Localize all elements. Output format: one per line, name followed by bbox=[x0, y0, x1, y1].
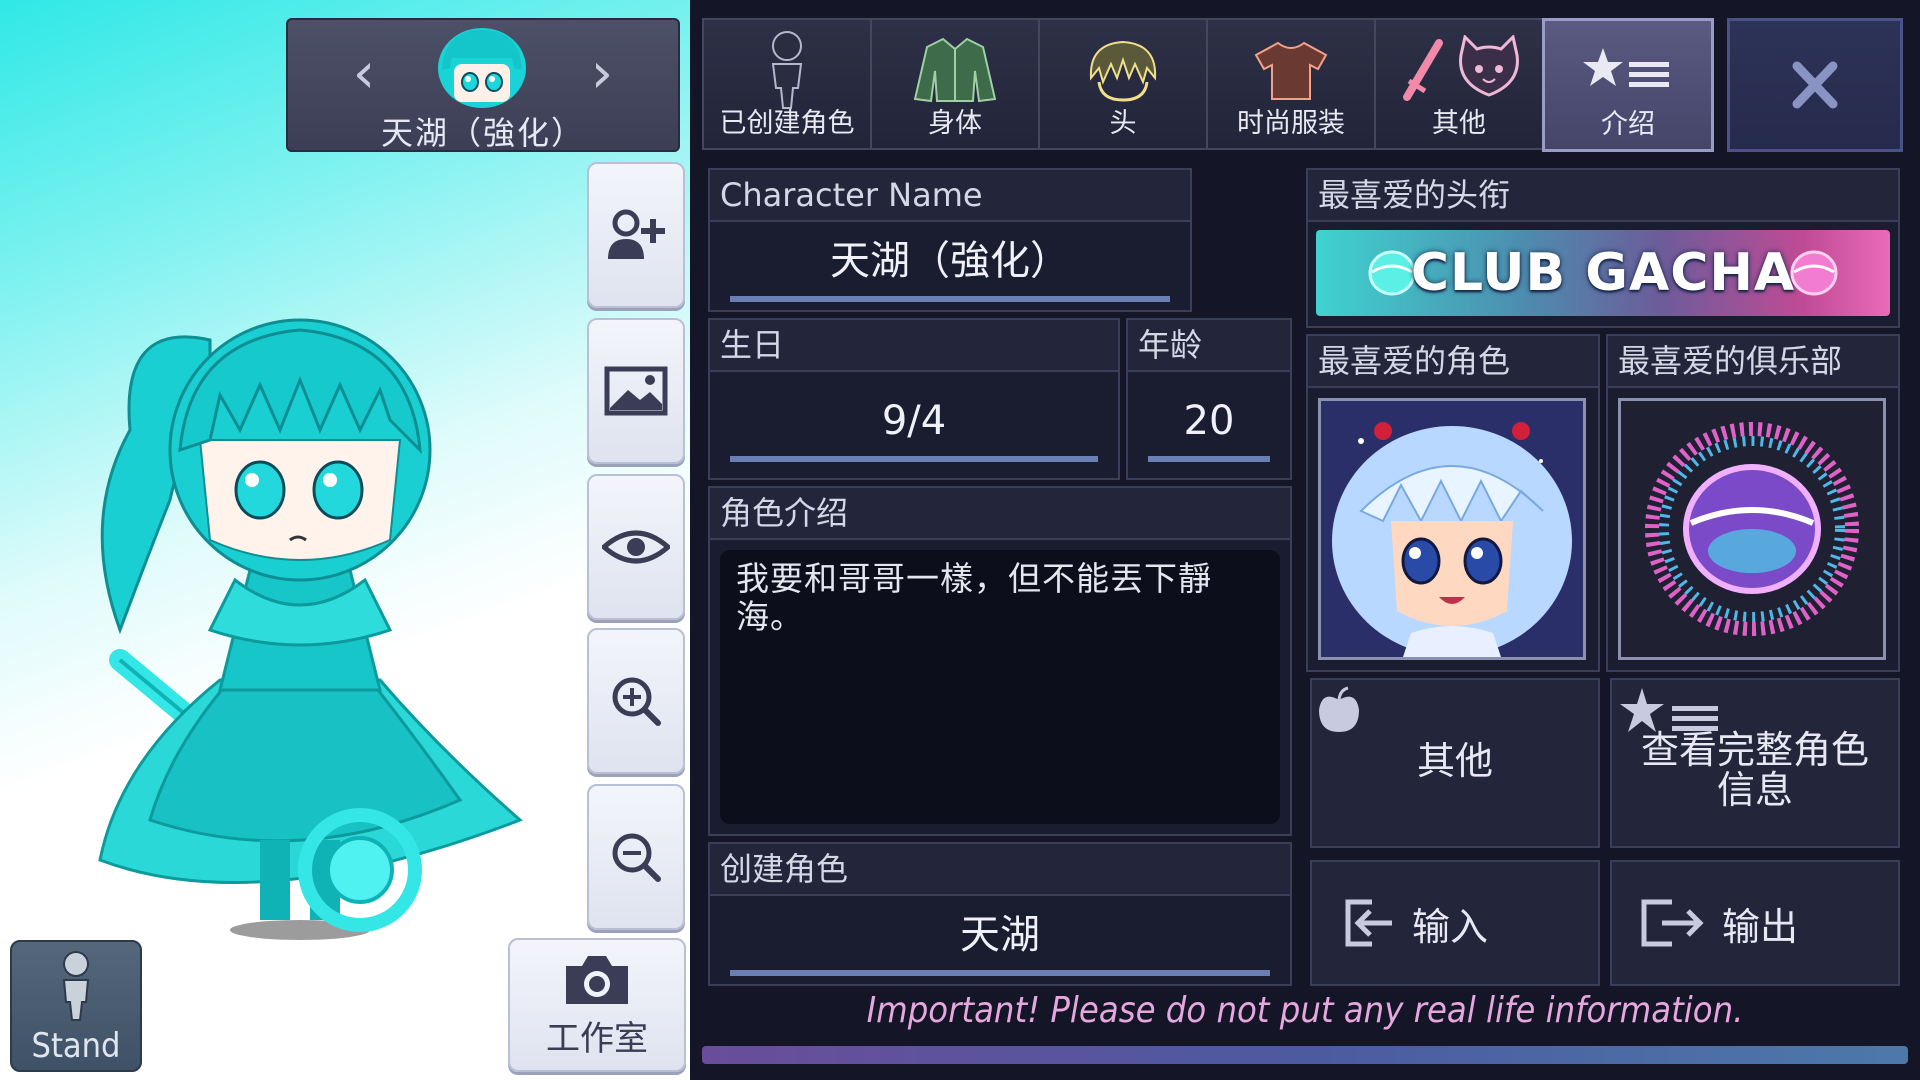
birthday-header: 生日 bbox=[710, 320, 1118, 372]
tab-bar: 已创建角色 身体 头 时尚服装 其他 介绍 bbox=[702, 18, 1903, 152]
tab-label: 介绍 bbox=[1601, 109, 1655, 140]
person-silhouette-icon bbox=[771, 31, 803, 109]
studio-button[interactable]: 工作室 bbox=[508, 938, 686, 1072]
favorite-character-panel: 最喜爱的角色 bbox=[1306, 334, 1600, 672]
tab-introduction[interactable]: 介绍 bbox=[1542, 18, 1714, 152]
favorite-title-banner[interactable]: CLUB GACHA bbox=[1316, 230, 1890, 316]
favorite-character-portrait[interactable] bbox=[1318, 398, 1586, 660]
character-figure bbox=[98, 318, 523, 940]
bottom-decor-strip bbox=[702, 1046, 1908, 1064]
prev-character-button[interactable]: ‹ bbox=[334, 44, 394, 104]
other-button[interactable]: 其他 bbox=[1310, 678, 1600, 848]
favorite-title-header: 最喜爱的头衔 bbox=[1308, 170, 1898, 222]
person-silhouette-icon bbox=[62, 951, 90, 1021]
view-full-info-button[interactable]: 查看完整角色信息 bbox=[1610, 678, 1900, 848]
character-avatar-icon bbox=[438, 28, 526, 108]
stand-pose-button[interactable]: Stand bbox=[10, 940, 142, 1072]
jacket-icon bbox=[913, 37, 997, 103]
close-button[interactable] bbox=[1727, 18, 1903, 152]
tab-fashion[interactable]: 时尚服装 bbox=[1206, 18, 1376, 150]
character-preview-pane: ‹ › 天湖（強化） Stand 工作室 bbox=[0, 0, 690, 1080]
sword-cat-icon bbox=[1403, 35, 1519, 101]
age-header: 年龄 bbox=[1128, 320, 1290, 372]
bio-panel: 角色介绍 我要和哥哥一樣，但不能丟下靜海。 bbox=[708, 486, 1292, 836]
zoom-in-button[interactable] bbox=[587, 628, 685, 774]
toggle-visibility-button[interactable] bbox=[587, 474, 685, 620]
background-button[interactable] bbox=[587, 318, 685, 464]
zoom-out-icon bbox=[612, 833, 661, 882]
age-field[interactable]: 20 bbox=[1148, 386, 1270, 462]
favorite-club-header: 最喜爱的俱乐部 bbox=[1608, 336, 1898, 388]
gacha-orb-icon bbox=[1790, 250, 1838, 296]
view-full-info-label: 查看完整角色信息 bbox=[1640, 728, 1869, 812]
tab-label: 时尚服装 bbox=[1237, 108, 1345, 139]
next-character-button[interactable]: › bbox=[572, 44, 632, 104]
close-icon bbox=[1792, 61, 1838, 109]
tab-head[interactable]: 头 bbox=[1038, 18, 1208, 150]
profile-pane: 已创建角色 身体 头 时尚服装 其他 介绍 Character Name 天湖（… bbox=[690, 0, 1920, 1080]
bio-text[interactable]: 我要和哥哥一樣，但不能丟下靜海。 bbox=[720, 550, 1280, 824]
hair-icon bbox=[1089, 40, 1157, 102]
star-list-icon bbox=[1583, 48, 1669, 87]
tab-label: 头 bbox=[1109, 108, 1137, 139]
privacy-notice: Important! Please do not put any real li… bbox=[866, 990, 1744, 1031]
birthday-panel: 生日 9/4 bbox=[708, 318, 1120, 480]
favorite-character-header: 最喜爱的角色 bbox=[1308, 336, 1598, 388]
export-label: 输出 bbox=[1722, 905, 1799, 949]
favorite-club-emblem[interactable] bbox=[1618, 398, 1886, 660]
tab-created-characters[interactable]: 已创建角色 bbox=[702, 18, 872, 150]
selected-character-name: 天湖（強化） bbox=[380, 114, 585, 152]
bio-header: 角色介绍 bbox=[710, 488, 1290, 540]
zoom-in-icon bbox=[612, 677, 661, 726]
stand-label: Stand bbox=[31, 1026, 121, 1066]
import-icon bbox=[1345, 899, 1392, 947]
export-button[interactable]: 输出 bbox=[1610, 860, 1900, 986]
apple-icon bbox=[1319, 686, 1359, 732]
add-character-button[interactable] bbox=[587, 162, 685, 308]
birthday-field[interactable]: 9/4 bbox=[730, 386, 1098, 462]
import-button[interactable]: 输入 bbox=[1310, 860, 1600, 986]
character-name-header: Character Name bbox=[710, 170, 1190, 222]
character-name-panel: Character Name 天湖（強化） bbox=[708, 168, 1192, 312]
favorite-club-panel: 最喜爱的俱乐部 bbox=[1606, 334, 1900, 672]
creator-header: 创建角色 bbox=[710, 844, 1290, 896]
studio-label: 工作室 bbox=[546, 1019, 648, 1059]
zoom-out-button[interactable] bbox=[587, 784, 685, 930]
character-selector: ‹ › 天湖（強化） bbox=[286, 18, 680, 152]
favorite-title-panel: 最喜爱的头衔 CLUB GACHA bbox=[1306, 168, 1900, 328]
character-name-field[interactable]: 天湖（強化） bbox=[730, 226, 1170, 302]
add-person-icon bbox=[608, 209, 665, 259]
tab-other[interactable]: 其他 bbox=[1374, 18, 1544, 150]
other-label: 其他 bbox=[1416, 739, 1493, 783]
import-label: 输入 bbox=[1412, 905, 1489, 949]
export-icon bbox=[1641, 899, 1704, 947]
tab-label: 其他 bbox=[1432, 108, 1486, 139]
creator-field[interactable]: 天湖 bbox=[730, 900, 1270, 976]
tab-label: 身体 bbox=[928, 108, 982, 139]
eye-icon bbox=[602, 530, 670, 564]
age-panel: 年龄 20 bbox=[1126, 318, 1292, 480]
tab-label: 已创建角色 bbox=[719, 108, 855, 139]
creator-panel: 创建角色 天湖 bbox=[708, 842, 1292, 986]
image-icon bbox=[604, 366, 668, 416]
tab-body[interactable]: 身体 bbox=[870, 18, 1040, 150]
tshirt-icon bbox=[1254, 41, 1328, 100]
camera-icon bbox=[566, 956, 628, 1004]
